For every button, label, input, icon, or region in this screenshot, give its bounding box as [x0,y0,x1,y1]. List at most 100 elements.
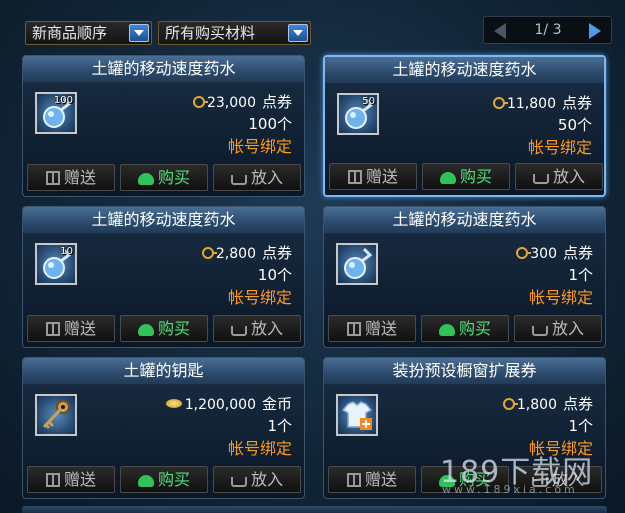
item-key-icon[interactable] [35,394,77,436]
buy-button[interactable]: 购买 [120,315,208,342]
currency-label: 点券 [562,395,593,413]
watermark-url: www.189xia.com [442,483,578,496]
top-bar: 新商品顺序 所有购买材料 1/ 3 [0,0,625,50]
item-title: 土罐的移动速度药水 [324,207,605,234]
cart-icon [230,326,247,336]
quantity-badge: 50 [362,96,375,107]
item-title: 土罐的移动速度药水 [325,57,604,84]
account-bind-label: 帐号绑定 [527,138,592,157]
cart-icon [531,326,548,336]
point-coupon-icon [192,96,208,108]
buy-icon [438,324,455,336]
cart-button-label: 放入 [250,168,283,187]
buy-button[interactable]: 购买 [421,315,509,342]
gift-button-label: 赠送 [63,470,96,489]
currency-label: 点券 [561,94,592,112]
add-to-cart-button[interactable]: 放入 [213,315,301,342]
gift-button[interactable]: 赠送 [328,315,416,342]
buy-button-label: 购买 [157,319,190,338]
gift-button[interactable]: 赠送 [27,466,115,493]
buy-icon [137,324,154,336]
chevron-down-icon[interactable] [129,24,149,42]
gift-icon [45,322,60,336]
item-title: 装扮预设橱窗扩展券 [324,358,605,385]
gift-button[interactable]: 赠送 [27,164,115,191]
point-coupon-icon [492,97,508,109]
currency-label: 点券 [261,93,292,111]
material-dropdown-label: 所有购买材料 [165,24,256,42]
prev-page-icon[interactable] [494,23,506,39]
currency-label: 金币 [261,395,292,413]
item-potion-icon[interactable]: 50 [337,93,379,135]
item-actions: 赠送 购买 放入 [27,315,301,343]
shop-item-card[interactable]: 土罐的移动速度药水 300 点券 1个 帐号绑定 赠送 购买 放入 [323,206,606,348]
gift-button[interactable]: 赠送 [328,466,416,493]
currency-label: 点券 [261,244,292,262]
item-price: 23,000 点券 [192,92,292,112]
gift-button[interactable]: 赠送 [27,315,115,342]
next-row-edge [22,506,607,513]
item-title: 土罐的移动速度药水 [23,56,304,83]
point-coupon-icon [201,247,217,259]
cart-button-label: 放入 [250,319,283,338]
gift-button-label: 赠送 [364,319,397,338]
add-to-cart-button[interactable]: 放入 [514,315,602,342]
item-clothes-icon[interactable] [336,394,378,436]
shop-item-card[interactable]: 土罐的移动速度药水 50 11,800 点券 50个帐号绑定赠送 购买 放入 [323,55,606,197]
item-count: 1个 [267,417,292,435]
quantity-badge: 10 [60,246,73,257]
gift-button[interactable]: 赠送 [329,163,417,190]
account-bind-label: 帐号绑定 [227,137,292,156]
item-title: 土罐的钥匙 [23,358,304,385]
quantity-badge: 100 [53,95,73,106]
cart-button-label: 放入 [250,470,283,489]
sort-dropdown[interactable]: 新商品顺序 [25,21,152,45]
cart-icon [532,174,549,184]
gift-button-label: 赠送 [364,470,397,489]
price-value: 2,800 [215,246,256,262]
item-potion-icon[interactable]: 100 [35,92,77,134]
price-value: 11,800 [506,96,556,112]
buy-icon [439,172,456,184]
add-to-cart-button[interactable]: 放入 [515,163,603,190]
price-value: 23,000 [206,95,256,111]
price-value: 1,200,000 [184,397,256,413]
item-count: 1个 [568,266,593,284]
gift-button-label: 赠送 [365,167,398,186]
buy-button-label: 购买 [157,168,190,187]
gift-button-label: 赠送 [63,168,96,187]
cart-icon [230,477,247,487]
material-dropdown[interactable]: 所有购买材料 [158,21,311,45]
buy-button[interactable]: 购买 [120,164,208,191]
item-actions: 赠送 购买 放入 [27,164,301,192]
buy-icon [137,173,154,185]
chevron-down-icon[interactable] [288,24,308,42]
buy-button-label: 购买 [157,470,190,489]
item-count: 100个 [248,115,292,133]
item-price: 2,800 点券 [201,243,292,263]
buy-button-label: 购买 [458,319,491,338]
buy-button[interactable]: 购买 [120,466,208,493]
cart-button-label: 放入 [551,319,584,338]
item-potion-icon[interactable]: 10 [35,243,77,285]
point-coupon-icon [502,398,518,410]
cart-button-label: 放入 [552,167,585,186]
page-indicator: 1/ 3 [534,22,562,38]
item-price: 11,800 点券 [492,93,592,113]
shop-item-card[interactable]: 土罐的移动速度药水 100 23,000 点券 100个帐号绑定赠送 购买 放入 [22,55,305,197]
buy-button[interactable]: 购买 [422,163,510,190]
item-potion-icon[interactable] [336,243,378,285]
price-value: 300 [530,246,557,262]
add-to-cart-button[interactable]: 放入 [213,466,301,493]
item-price: 1,800 点券 [502,394,593,414]
item-price: 1,200,000 金币 [165,394,292,414]
buy-button-label: 购买 [459,167,492,186]
next-page-icon[interactable] [589,23,601,39]
shop-item-card[interactable]: 土罐的移动速度药水 10 2,800 点券 10个 帐号绑定 赠送 购买 放入 [22,206,305,348]
shop-item-card[interactable]: 土罐的钥匙 1,200,000 金币 1个帐号绑定赠送 购买 放入 [22,357,305,499]
account-bind-label: 帐号绑定 [528,288,593,307]
item-count: 50个 [557,116,592,134]
point-coupon-icon [516,247,532,259]
account-bind-label: 帐号绑定 [227,439,292,458]
add-to-cart-button[interactable]: 放入 [213,164,301,191]
